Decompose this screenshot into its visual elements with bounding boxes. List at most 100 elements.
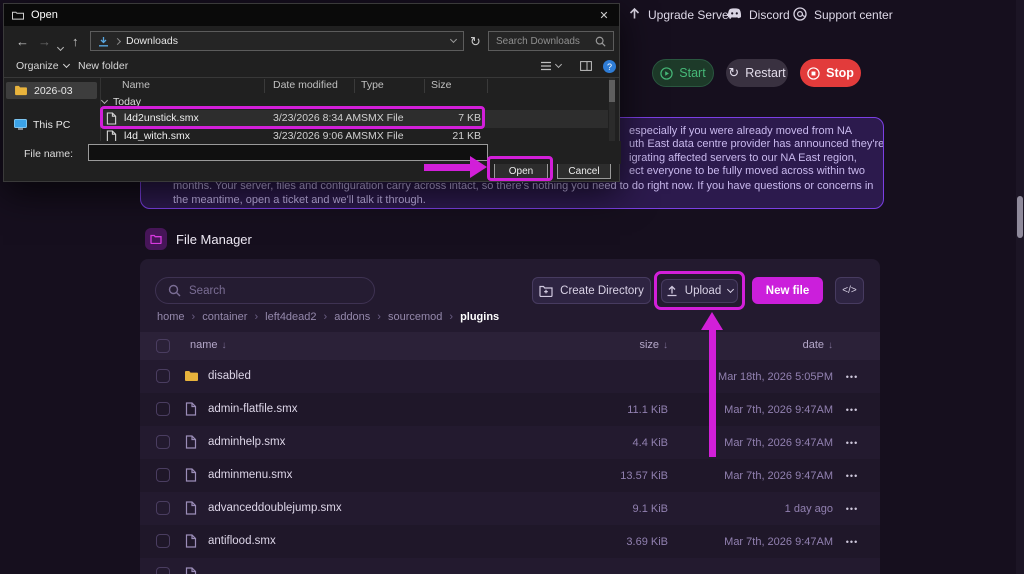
file-search[interactable] xyxy=(155,277,375,304)
table-row[interactable]: disabled Mar 18th, 2026 5:05PM ••• xyxy=(140,360,880,393)
breadcrumb-item[interactable]: sourcemod xyxy=(388,311,453,323)
row-size: 3.69 KiB xyxy=(626,536,668,548)
row-menu-icon[interactable]: ••• xyxy=(840,504,864,514)
row-menu-icon[interactable]: ••• xyxy=(840,471,864,481)
dialog-column-name[interactable]: Name xyxy=(122,79,150,91)
notice-text-fragment: igrating affected servers to our NA East… xyxy=(629,152,857,164)
sidebar-item-2026-03[interactable]: 2026-03 xyxy=(6,82,97,99)
row-menu-icon[interactable]: ••• xyxy=(840,372,864,382)
row-checkbox[interactable] xyxy=(156,369,170,383)
row-checkbox[interactable] xyxy=(156,402,170,416)
create-directory-button[interactable]: Create Directory xyxy=(532,277,651,304)
page-scrollbar-thumb[interactable] xyxy=(1017,196,1023,238)
new-file-label: New file xyxy=(765,284,810,297)
row-date: Mar 7th, 2026 9:47AM xyxy=(724,437,833,449)
breadcrumb-item-current[interactable]: plugins xyxy=(460,311,506,323)
row-checkbox[interactable] xyxy=(156,468,170,482)
annotation-box-file-row xyxy=(100,106,485,129)
up-icon[interactable]: ↑ xyxy=(72,34,79,49)
dialog-column-type[interactable]: Type xyxy=(361,79,384,91)
file-name-input[interactable] xyxy=(88,144,488,161)
notice-text-fragment: ect everyone to be fully moved across wi… xyxy=(629,165,866,177)
row-menu-icon[interactable]: ••• xyxy=(840,405,864,415)
file-size: 21 KB xyxy=(452,130,481,141)
file-icon xyxy=(106,130,117,141)
dialog-titlebar[interactable]: Open ✕ xyxy=(4,4,619,26)
page-root: Upgrade Server Discord Support center St… xyxy=(0,0,1024,574)
upgrade-label: Upgrade Server xyxy=(648,8,733,22)
table-row[interactable]: antiflood.smx 3.69 KiB Mar 7th, 2026 9:4… xyxy=(140,525,880,558)
new-file-button[interactable]: New file xyxy=(752,277,823,304)
address-bar[interactable]: Downloads xyxy=(90,31,464,51)
organize-button[interactable]: Organize xyxy=(16,60,70,72)
breadcrumb-item[interactable]: container xyxy=(202,311,258,323)
upgrade-server-link[interactable]: Upgrade Server xyxy=(628,5,733,25)
support-label: Support center xyxy=(814,8,893,22)
preview-pane-icon[interactable] xyxy=(580,61,592,74)
dialog-column-date-modified[interactable]: Date modified xyxy=(273,79,338,91)
annotation-arrow-upload-shaft xyxy=(709,329,716,457)
file-name: l4d_witch.smx xyxy=(124,130,190,141)
table-row[interactable]: admin-flatfile.smx 11.1 KiB Mar 7th, 202… xyxy=(140,393,880,426)
dialog-column-size[interactable]: Size xyxy=(431,79,451,91)
sidebar-item-this-pc[interactable]: This PC xyxy=(6,116,97,133)
table-row[interactable]: advanceddoublejump.smx 9.1 KiB 1 day ago… xyxy=(140,492,880,525)
row-name: disabled xyxy=(208,370,251,382)
code-editor-button[interactable]: </> xyxy=(835,277,864,304)
table-row[interactable]: adminhelp.smx 4.4 KiB Mar 7th, 2026 9:47… xyxy=(140,426,880,459)
discord-icon xyxy=(727,8,742,22)
table-row[interactable]: adminmenu.smx 13.57 KiB Mar 7th, 2026 9:… xyxy=(140,459,880,492)
new-folder-button[interactable]: New folder xyxy=(78,60,128,72)
support-center-link[interactable]: Support center xyxy=(793,5,893,25)
close-icon[interactable]: ✕ xyxy=(589,4,619,26)
breadcrumb: home container left4dead2 addons sourcem… xyxy=(157,310,506,324)
stop-button[interactable]: Stop xyxy=(800,59,861,87)
breadcrumb-item[interactable]: addons xyxy=(334,311,381,323)
address-dropdown-icon[interactable] xyxy=(449,35,458,44)
annotation-arrow-upload-head xyxy=(701,312,723,330)
help-icon[interactable]: ? xyxy=(603,60,616,73)
row-date: Mar 18th, 2026 5:05PM xyxy=(718,371,833,383)
annotation-arrow-open-shaft xyxy=(424,164,471,171)
file-manager-title: File Manager xyxy=(176,232,252,247)
dialog-scrollbar-thumb[interactable] xyxy=(609,80,615,102)
row-checkbox[interactable] xyxy=(156,567,170,574)
select-all-checkbox[interactable] xyxy=(156,339,170,353)
column-size[interactable]: size ↓ xyxy=(570,339,668,351)
dialog-command-bar: Organize New folder ? xyxy=(4,56,619,78)
restart-button[interactable]: ↻ Restart xyxy=(726,59,788,87)
upgrade-icon xyxy=(628,7,641,23)
cancel-button[interactable]: Cancel xyxy=(557,163,611,179)
notice-text-fragment: especially if you were already moved fro… xyxy=(629,125,853,137)
page-scrollbar-track[interactable] xyxy=(1016,0,1024,574)
row-checkbox[interactable] xyxy=(156,435,170,449)
dialog-search-input[interactable] xyxy=(496,35,588,47)
dialog-title: Open xyxy=(31,9,58,21)
breadcrumb-item[interactable]: left4dead2 xyxy=(265,311,327,323)
forward-icon[interactable]: → xyxy=(38,34,51,49)
recent-locations-icon[interactable] xyxy=(56,38,65,53)
column-name[interactable]: name ↓ xyxy=(190,339,227,351)
file-icon xyxy=(185,534,197,553)
start-button[interactable]: Start xyxy=(652,59,714,87)
search-input[interactable] xyxy=(189,284,349,297)
table-row[interactable] xyxy=(140,558,880,574)
discord-link[interactable]: Discord xyxy=(727,5,790,25)
back-icon[interactable]: ← xyxy=(16,34,29,49)
refresh-icon[interactable]: ↻ xyxy=(470,34,481,50)
play-icon xyxy=(660,66,673,80)
row-checkbox[interactable] xyxy=(156,501,170,515)
row-menu-icon[interactable]: ••• xyxy=(840,438,864,448)
sort-down-icon: ↓ xyxy=(221,340,227,351)
dialog-search-box[interactable] xyxy=(488,31,614,51)
column-date[interactable]: date ↓ xyxy=(700,339,833,351)
row-menu-icon[interactable]: ••• xyxy=(840,537,864,547)
breadcrumb-item[interactable]: home xyxy=(157,311,195,323)
notice-text-line: the meantime, open a ticket and we'll ta… xyxy=(173,194,426,206)
view-options-icon[interactable] xyxy=(540,60,563,71)
organize-label: Organize xyxy=(16,60,59,72)
dialog-file-row[interactable]: l4d_witch.smx 3/23/2026 9:06 AM SMX File… xyxy=(100,128,608,141)
row-checkbox[interactable] xyxy=(156,534,170,548)
discord-label: Discord xyxy=(749,8,790,22)
file-icon xyxy=(185,567,197,574)
